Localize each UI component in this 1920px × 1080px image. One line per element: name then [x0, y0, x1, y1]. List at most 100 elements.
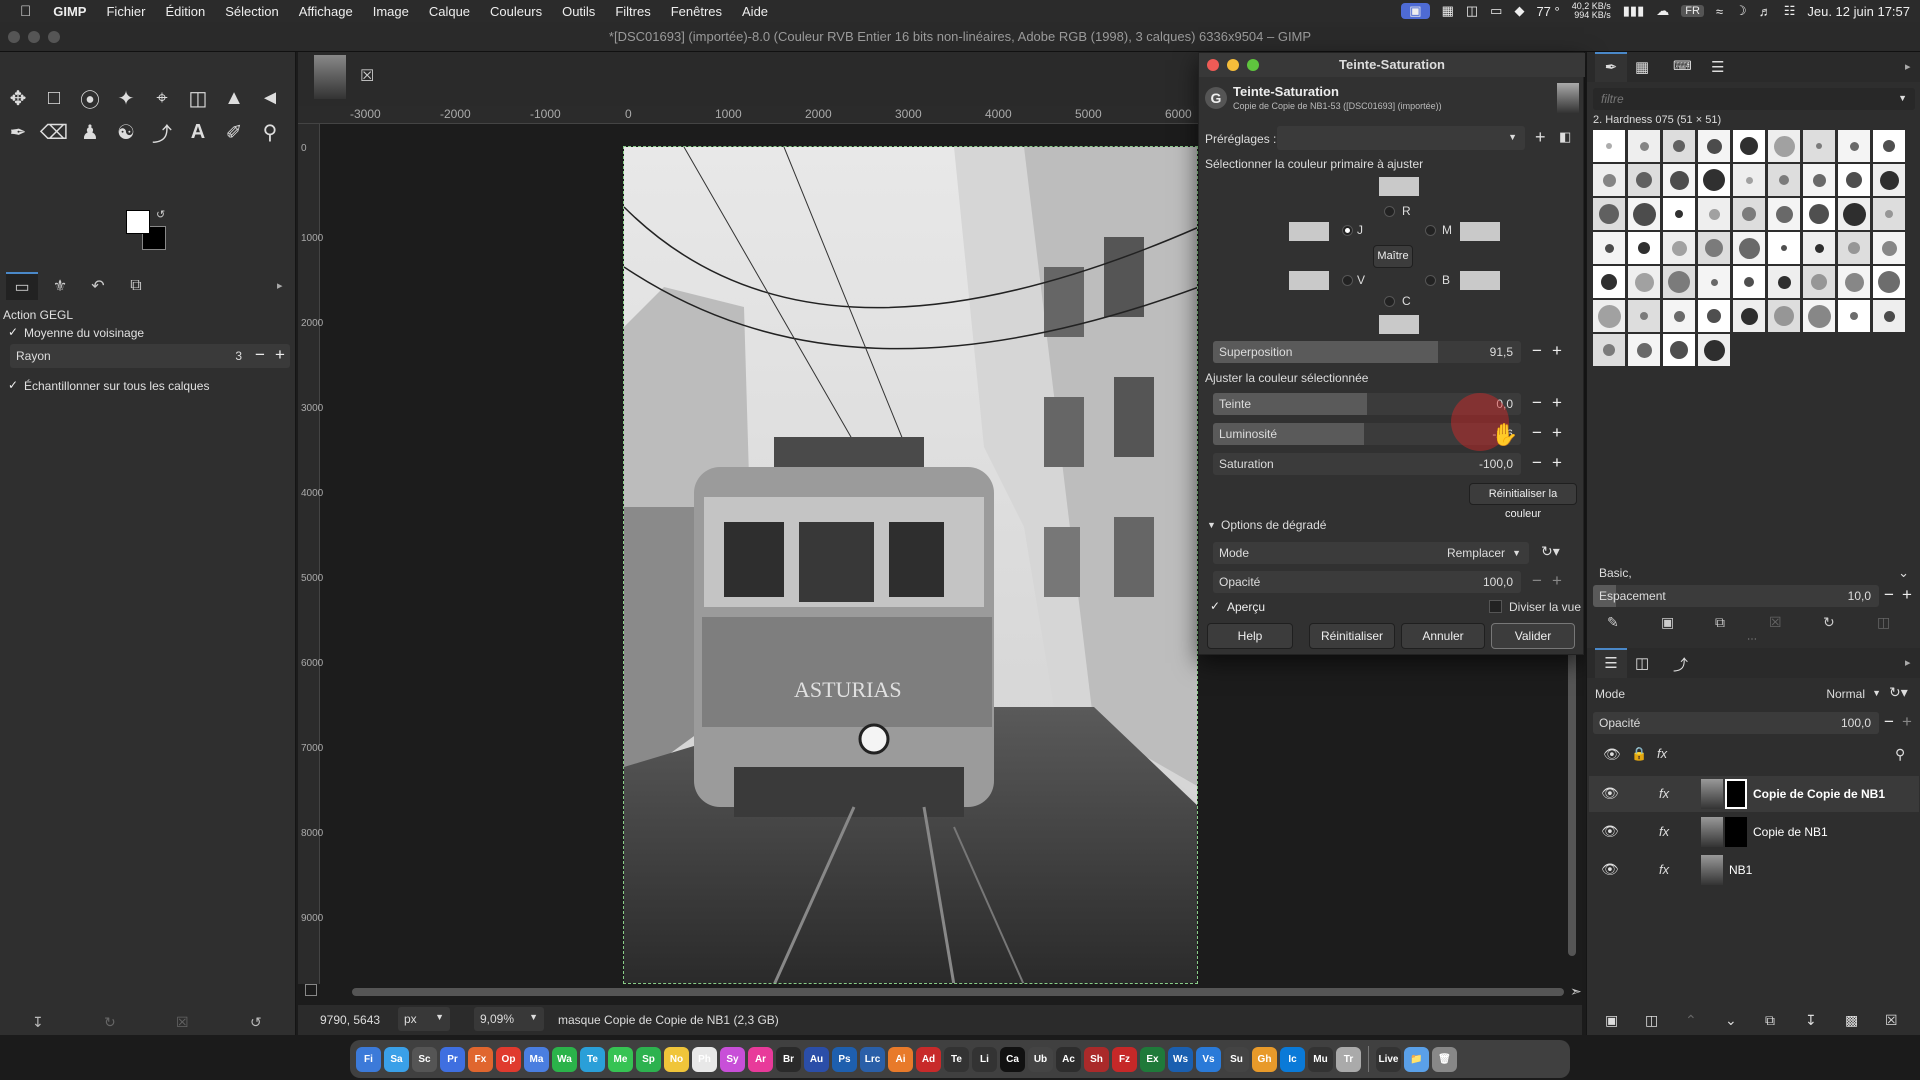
opacity-increase-icon[interactable]: +: [1549, 571, 1565, 591]
menu-file[interactable]: Fichier: [96, 4, 155, 19]
menu-select[interactable]: Sélection: [215, 4, 288, 19]
brush-thumbnail[interactable]: [1628, 266, 1660, 298]
new-brush-icon[interactable]: ▣: [1661, 614, 1674, 631]
layer-mask-thumbnail[interactable]: [1725, 779, 1747, 809]
menu-edit[interactable]: Édition: [156, 4, 216, 19]
move-tool-icon[interactable]: ✥: [4, 84, 32, 112]
trash-icon[interactable]: 🗑: [1432, 1046, 1457, 1072]
dock-app-icon[interactable]: Ph: [692, 1046, 717, 1072]
brush-thumbnail[interactable]: [1698, 232, 1730, 264]
brush-thumbnail[interactable]: [1593, 130, 1625, 162]
text-tool-icon[interactable]: A: [184, 118, 212, 146]
dock-app-icon[interactable]: Sy: [720, 1046, 745, 1072]
dock-app-icon[interactable]: Ma: [524, 1046, 549, 1072]
color-picker-tool-icon[interactable]: ✐: [220, 118, 248, 146]
dock-app-icon[interactable]: Fx: [468, 1046, 493, 1072]
overlap-increase-icon[interactable]: +: [1549, 341, 1565, 361]
green-radio[interactable]: [1342, 275, 1353, 286]
brush-thumbnail[interactable]: [1803, 164, 1835, 196]
fx-icon[interactable]: fx: [1659, 786, 1669, 801]
dock-app-icon[interactable]: Br: [776, 1046, 801, 1072]
brush-thumbnail[interactable]: [1628, 198, 1660, 230]
paintbrush-tool-icon[interactable]: ✒: [4, 118, 32, 146]
eye-icon[interactable]: 👁: [1601, 785, 1619, 802]
dock-app-icon[interactable]: Ub: [1028, 1046, 1053, 1072]
new-layer-group-icon[interactable]: ◫: [1645, 1012, 1658, 1029]
menu-colors[interactable]: Couleurs: [480, 4, 552, 19]
dock-app-icon[interactable]: No: [664, 1046, 689, 1072]
radius-field[interactable]: Rayon 3 − +: [10, 344, 290, 368]
eraser-tool-icon[interactable]: ⌫: [40, 118, 68, 146]
brush-thumbnail[interactable]: [1698, 334, 1730, 366]
dock-app-icon[interactable]: Ai: [888, 1046, 913, 1072]
close-window-button[interactable]: [8, 31, 20, 43]
ok-button[interactable]: Valider: [1491, 623, 1575, 649]
saturation-slider[interactable]: Saturation -100,0: [1213, 453, 1521, 475]
spacing-decrease-icon[interactable]: −: [1881, 585, 1897, 605]
brush-thumbnail[interactable]: [1873, 198, 1905, 230]
merge-layer-icon[interactable]: ↧: [1805, 1012, 1817, 1029]
hue-decrease-icon[interactable]: −: [1529, 393, 1545, 413]
brush-thumbnail[interactable]: [1768, 266, 1800, 298]
dock-app-icon[interactable]: Ar: [748, 1046, 773, 1072]
dock-app-icon[interactable]: Te: [580, 1046, 605, 1072]
saturation-decrease-icon[interactable]: −: [1529, 453, 1545, 473]
menu-help[interactable]: Aide: [732, 4, 778, 19]
cyan-radio[interactable]: [1384, 296, 1395, 307]
moon-icon[interactable]: ☽: [1735, 3, 1747, 19]
brush-thumbnail[interactable]: [1698, 266, 1730, 298]
brush-thumbnail[interactable]: [1838, 198, 1870, 230]
datetime-label[interactable]: Jeu. 12 juin 17:57: [1807, 4, 1910, 19]
layer-mask-thumbnail[interactable]: [1725, 817, 1747, 847]
image-tab-thumbnail[interactable]: [314, 55, 346, 99]
tab-images[interactable]: ⧉: [120, 272, 152, 300]
dock-app-icon[interactable]: Ex: [1140, 1046, 1165, 1072]
menu-image[interactable]: Image: [363, 4, 419, 19]
tab-layers[interactable]: ☰: [1595, 648, 1627, 678]
warp-tool-icon[interactable]: ▲: [220, 84, 248, 112]
delete-brush-icon[interactable]: ☒: [1769, 614, 1782, 631]
blend-mode-row[interactable]: Mode Remplacer ▼: [1213, 542, 1529, 564]
delete-layer-icon[interactable]: ☒: [1885, 1012, 1898, 1029]
overlap-slider[interactable]: Superposition 91,5: [1213, 341, 1521, 363]
bucket-fill-tool-icon[interactable]: ◄: [256, 84, 284, 112]
brush-grid[interactable]: [1593, 130, 1913, 366]
brush-thumbnail[interactable]: [1593, 300, 1625, 332]
quick-mask-toggle-icon[interactable]: [305, 984, 317, 996]
dock-app-icon[interactable]: Live: [1376, 1046, 1401, 1072]
brush-thumbnail[interactable]: [1628, 130, 1660, 162]
horizontal-scrollbar[interactable]: [352, 988, 1564, 996]
brush-thumbnail[interactable]: [1663, 164, 1695, 196]
zoom-window-button[interactable]: [48, 31, 60, 43]
dock-app-icon[interactable]: Sa: [384, 1046, 409, 1072]
downloads-folder-icon[interactable]: 📁: [1404, 1046, 1429, 1072]
volume-icon[interactable]: ♬: [1759, 4, 1772, 19]
foreground-color-swatch[interactable]: [126, 210, 150, 234]
panel-menu-icon[interactable]: ▸: [1905, 656, 1911, 669]
opacity-slider[interactable]: Opacité 100,0: [1213, 571, 1521, 593]
brush-thumbnail[interactable]: [1663, 300, 1695, 332]
smudge-tool-icon[interactable]: ☯: [112, 118, 140, 146]
duplicate-brush-icon[interactable]: ⧉: [1715, 614, 1725, 631]
dock-app-icon[interactable]: Ac: [1056, 1046, 1081, 1072]
tab-channels[interactable]: ◫: [1635, 654, 1649, 672]
menu-app[interactable]: GIMP: [43, 4, 96, 19]
rect-select-tool-icon[interactable]: □: [40, 84, 68, 112]
add-preset-icon[interactable]: +: [1535, 127, 1546, 148]
dock-app-icon[interactable]: Ws: [1168, 1046, 1193, 1072]
swap-colors-icon[interactable]: ↺: [156, 208, 165, 221]
refresh-brushes-icon[interactable]: ↻: [1823, 614, 1835, 631]
eye-icon[interactable]: 👁: [1601, 861, 1619, 878]
new-layer-icon[interactable]: ▣: [1605, 1012, 1618, 1029]
brush-thumbnail[interactable]: [1873, 130, 1905, 162]
brush-thumbnail[interactable]: [1768, 300, 1800, 332]
menu-windows[interactable]: Fenêtres: [661, 4, 732, 19]
brush-filter-field[interactable]: filtre ▼: [1593, 88, 1915, 110]
dock-app-icon[interactable]: Fz: [1112, 1046, 1137, 1072]
search-icon[interactable]: ⚲: [1895, 746, 1905, 763]
dock-app-icon[interactable]: Gh: [1252, 1046, 1277, 1072]
radius-decrease-icon[interactable]: −: [252, 345, 268, 365]
lasso-tool-icon[interactable]: ⦿: [76, 84, 104, 112]
camera-icon[interactable]: ◫: [1466, 3, 1478, 19]
cpu-icon[interactable]: ◆: [1514, 3, 1524, 19]
